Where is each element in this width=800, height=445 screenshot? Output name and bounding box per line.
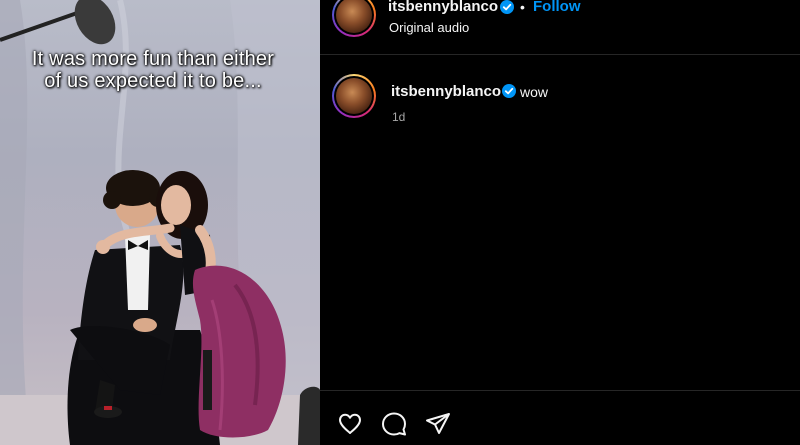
verified-badge-icon — [502, 84, 516, 98]
comment-text: wow — [520, 84, 549, 100]
video-caption-line-2: of us expected it to be... — [44, 70, 262, 92]
audio-label[interactable]: Original audio — [389, 20, 469, 35]
comment-timestamp[interactable]: 1d — [392, 110, 405, 124]
post-panel — [320, 0, 800, 445]
comment-username[interactable]: itsbennyblanco — [391, 83, 501, 100]
actions-divider — [320, 390, 800, 391]
post-media[interactable]: It was more fun than either of us expect… — [0, 0, 320, 445]
comment-avatar[interactable] — [332, 74, 376, 118]
video-caption-line-1: It was more fun than either — [31, 48, 275, 70]
header-divider — [320, 54, 800, 55]
verified-badge-icon — [500, 0, 514, 14]
comment-icon[interactable] — [380, 410, 408, 438]
heart-icon[interactable] — [336, 410, 364, 438]
follow-button[interactable]: Follow — [533, 0, 581, 15]
video-caption: It was more fun than either of us expect… — [0, 48, 306, 92]
share-icon[interactable] — [424, 410, 452, 438]
author-username[interactable]: itsbennyblanco — [388, 0, 498, 15]
separator-dot: • — [520, 0, 525, 15]
